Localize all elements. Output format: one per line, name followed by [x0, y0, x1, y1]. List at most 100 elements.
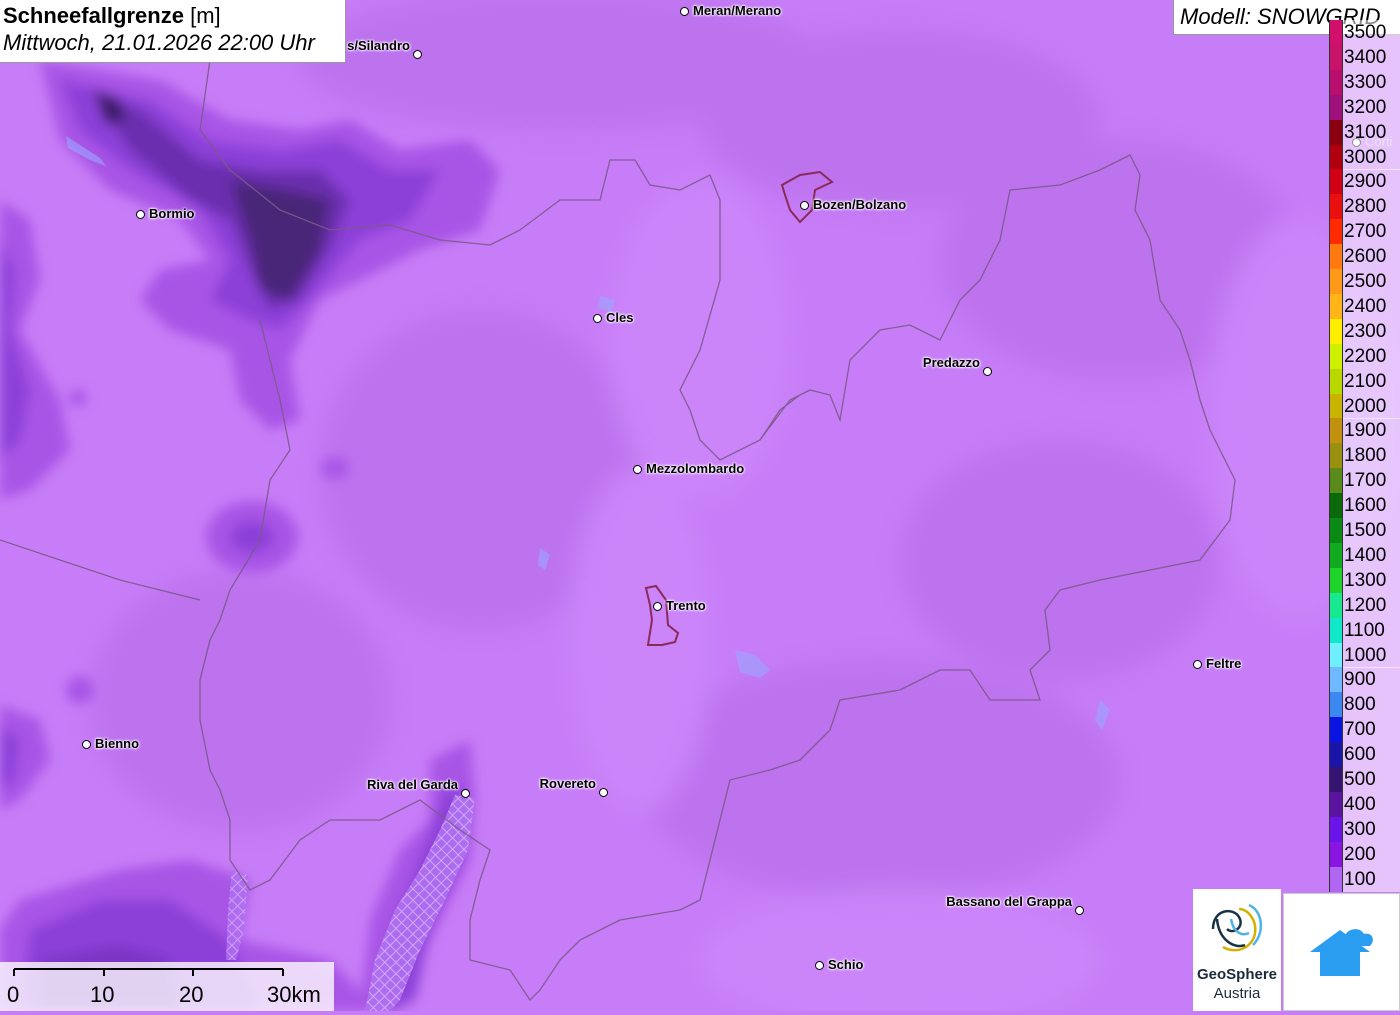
legend-swatch [1329, 493, 1343, 519]
legend-row: 2000 [1329, 393, 1400, 419]
geosphere-logo[interactable]: GeoSphere Austria [1193, 889, 1281, 1011]
legend-label: 1300 [1343, 567, 1400, 593]
city-dot[interactable] [633, 465, 642, 474]
legend-label: 2300 [1343, 318, 1400, 344]
snowfall-line-map[interactable] [0, 0, 1400, 1011]
city-dot[interactable] [1075, 906, 1084, 915]
scale-ticks [13, 968, 284, 976]
legend-swatch [1329, 343, 1343, 369]
legend-label: 2200 [1343, 343, 1400, 369]
color-legend: 3500 3400 3300 3200 3100 3000 2900 2800 2700 2600… [1329, 20, 1400, 892]
city-label[interactable]: Meran/Merano [693, 3, 781, 18]
legend-row: 3300 [1329, 69, 1400, 95]
legend-row: 2900 [1329, 169, 1400, 195]
legend-label: 3200 [1343, 94, 1400, 120]
city-dot[interactable] [815, 961, 824, 970]
city-dot[interactable] [593, 314, 602, 323]
city-label[interactable]: Predazzo [923, 355, 980, 370]
legend-label: 900 [1343, 667, 1400, 693]
legend-swatch [1329, 742, 1343, 768]
city-dot[interactable] [461, 789, 470, 798]
legend-row: 1900 [1329, 418, 1400, 444]
legend-swatch [1329, 692, 1343, 718]
city-label[interactable]: Schio [828, 957, 863, 972]
legend-row: 400 [1329, 791, 1400, 817]
legend-swatch [1329, 567, 1343, 593]
legend-swatch [1329, 418, 1343, 444]
legend-label: 1100 [1343, 617, 1400, 643]
legend-row: 900 [1329, 667, 1400, 693]
legend-label: 3500 [1343, 20, 1400, 45]
legend-swatch [1329, 816, 1343, 842]
city-label[interactable]: Mezzolombardo [646, 461, 744, 476]
city-dot[interactable] [599, 788, 608, 797]
city-dot[interactable] [983, 367, 992, 376]
map-title-unit: [m] [190, 3, 221, 28]
legend-swatch [1329, 194, 1343, 220]
legend-swatch [1329, 791, 1343, 817]
city-dot[interactable] [1193, 660, 1202, 669]
city-label[interactable]: Bozen/Bolzano [813, 197, 906, 212]
city-label[interactable]: Riva del Garda [367, 777, 458, 792]
legend-label: 1600 [1343, 493, 1400, 519]
legend-label: 2400 [1343, 293, 1400, 319]
legend-swatch [1329, 244, 1343, 270]
city-dot[interactable] [136, 210, 145, 219]
city-label[interactable]: Bienno [95, 736, 139, 751]
city-label[interactable]: Cles [606, 310, 633, 325]
legend-row: 600 [1329, 742, 1400, 768]
city-dot[interactable] [653, 602, 662, 611]
city-dot[interactable] [680, 7, 689, 16]
legend-row: 2300 [1329, 318, 1400, 344]
legend-row: 2800 [1329, 194, 1400, 220]
map-title-box: Schneefallgrenze [m] Mittwoch, 21.01.202… [0, 0, 346, 63]
city-dot[interactable] [800, 201, 809, 210]
legend-row: 1700 [1329, 468, 1400, 494]
legend-swatch [1329, 667, 1343, 693]
snow-cloud-icon [1310, 929, 1373, 976]
legend-label: 100 [1343, 866, 1400, 892]
legend-row: 1600 [1329, 493, 1400, 519]
scale-label-10: 10 [90, 982, 115, 1007]
map-datetime: Mittwoch, 21.01.2026 22:00 Uhr [3, 30, 315, 55]
city-label[interactable]: Rovereto [540, 776, 596, 791]
legend-label: 300 [1343, 816, 1400, 842]
city-dot[interactable] [413, 50, 422, 59]
legend-label: 600 [1343, 742, 1400, 768]
city-dot[interactable] [82, 740, 91, 749]
city-label[interactable]: Feltre [1206, 656, 1241, 671]
legend-row: 200 [1329, 841, 1400, 867]
city-label[interactable]: Trento [666, 598, 706, 613]
legend-swatch [1329, 44, 1343, 70]
city-label[interactable]: Bormio [149, 206, 195, 221]
legend-label: 1000 [1343, 642, 1400, 668]
city-label[interactable]: s/Silandro [347, 38, 410, 53]
legend-row: 1200 [1329, 592, 1400, 618]
legend-row: 3100 [1329, 119, 1400, 145]
legend-swatch [1329, 518, 1343, 543]
legend-label: 700 [1343, 717, 1400, 743]
legend-label: 2100 [1343, 368, 1400, 394]
legend-swatch [1329, 642, 1343, 668]
legend-swatch [1329, 592, 1343, 618]
legend-row: 2500 [1329, 269, 1400, 294]
geosphere-emblem-icon [1211, 903, 1262, 952]
snow-cloud-logo[interactable] [1283, 893, 1400, 1011]
legend-row: 1100 [1329, 617, 1400, 643]
legend-row: 800 [1329, 692, 1400, 718]
scale-label-0: 0 [7, 982, 20, 1007]
legend-label: 1800 [1343, 443, 1400, 469]
city-label[interactable]: Bassano del Grappa [946, 894, 1072, 909]
legend-swatch [1329, 293, 1343, 319]
legend-row: 1800 [1329, 443, 1400, 469]
legend-swatch [1329, 269, 1343, 294]
legend-row: 3000 [1329, 144, 1400, 170]
legend-swatch [1329, 318, 1343, 344]
scale-label-30km: 30km [267, 982, 321, 1007]
legend-row: 1000 [1329, 642, 1400, 668]
legend-label: 2800 [1343, 194, 1400, 220]
legend-label: 1200 [1343, 592, 1400, 618]
legend-swatch [1329, 368, 1343, 394]
legend-row: 300 [1329, 816, 1400, 842]
legend-label: 1400 [1343, 542, 1400, 568]
